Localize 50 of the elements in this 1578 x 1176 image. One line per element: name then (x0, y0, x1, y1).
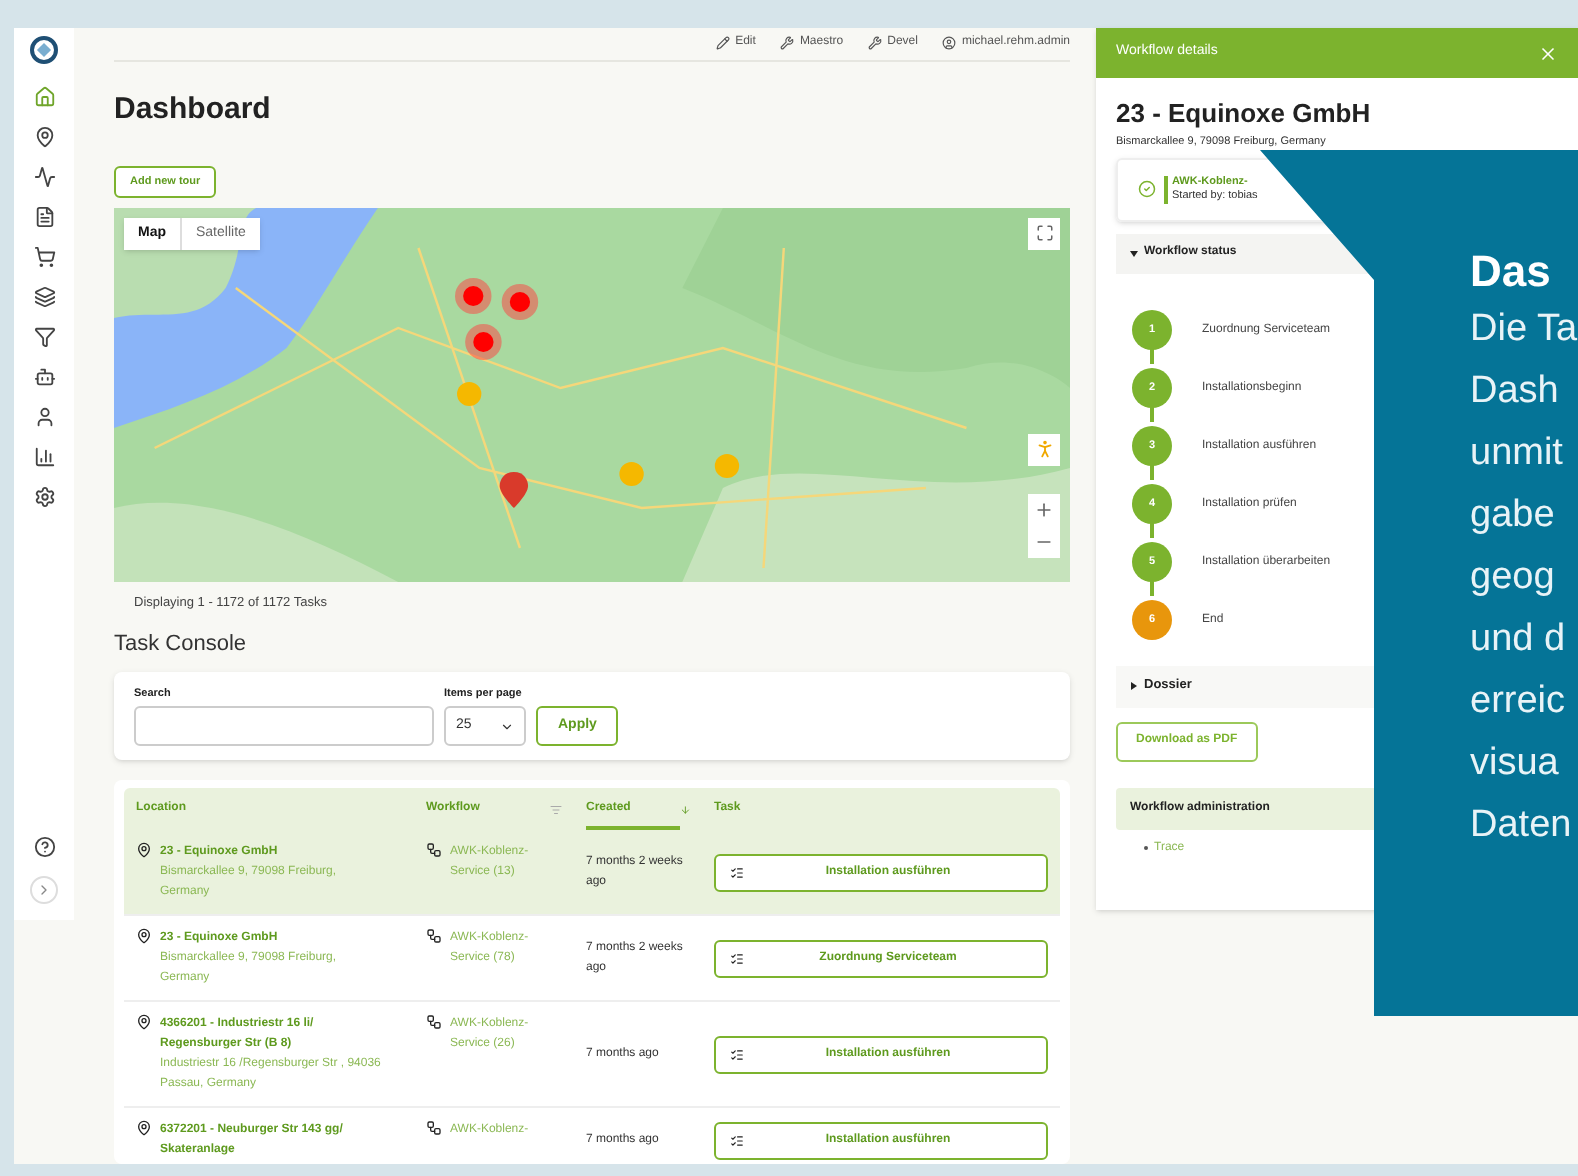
funnel-icon[interactable] (33, 326, 55, 348)
overlay-text-line: geog (1470, 554, 1557, 602)
fullscreen-button[interactable] (1028, 217, 1060, 250)
map-pin-icon[interactable] (33, 126, 55, 148)
check-circle-icon (1138, 180, 1156, 199)
page-title: Dashboard (114, 90, 273, 130)
section-title: Task Console (114, 629, 249, 659)
robot-icon[interactable] (33, 366, 55, 388)
wrench-icon[interactable] (867, 36, 882, 50)
activity-icon[interactable] (33, 166, 55, 188)
checklist-icon (730, 951, 744, 966)
map-pin-icon (136, 1120, 152, 1137)
map-pin-icon (136, 1014, 152, 1031)
location-title: 23 - Equinoxe GmbH (1116, 96, 1373, 132)
logo-icon (30, 36, 58, 64)
fullscreen-icon (1035, 224, 1053, 243)
map-pin-icon (136, 928, 152, 945)
checklist-icon (730, 865, 744, 880)
help-icon[interactable] (33, 836, 55, 858)
workflow-icon (426, 1014, 442, 1031)
cart-icon[interactable] (33, 246, 55, 268)
bar-chart-icon[interactable] (33, 446, 55, 468)
caret-down-icon (1130, 249, 1138, 258)
home-icon[interactable] (33, 86, 55, 108)
close-icon (1538, 43, 1558, 63)
overlay-text-line: gabe (1470, 492, 1557, 540)
workflow-icon (426, 1120, 442, 1137)
workflow-icon (426, 842, 442, 859)
overlay-text-line: Die Ta (1470, 306, 1578, 354)
layers-icon[interactable] (33, 286, 55, 308)
chevron-down-icon (500, 719, 514, 734)
search-field[interactable] (134, 706, 434, 747)
caret-right-icon (1130, 682, 1138, 691)
overlay-text-line: und d (1470, 616, 1568, 664)
settings-icon[interactable] (33, 486, 55, 508)
overlay-text-line: unmit (1470, 430, 1565, 478)
overlay-text-line: Dash (1470, 368, 1561, 416)
chevron-right-icon (36, 882, 52, 898)
overlay-text-line: visua (1470, 740, 1561, 788)
wrench-icon[interactable] (779, 36, 794, 50)
plus-icon (1034, 499, 1054, 520)
checklist-icon (730, 1047, 744, 1062)
checklist-icon (730, 1133, 744, 1148)
pencil-icon[interactable] (715, 36, 730, 50)
workflow-icon (426, 928, 442, 945)
document-icon[interactable] (33, 206, 55, 228)
person-icon (1033, 438, 1055, 461)
user-icon[interactable] (33, 406, 55, 428)
user-icon[interactable] (941, 36, 956, 50)
map-pin-icon (136, 842, 152, 859)
